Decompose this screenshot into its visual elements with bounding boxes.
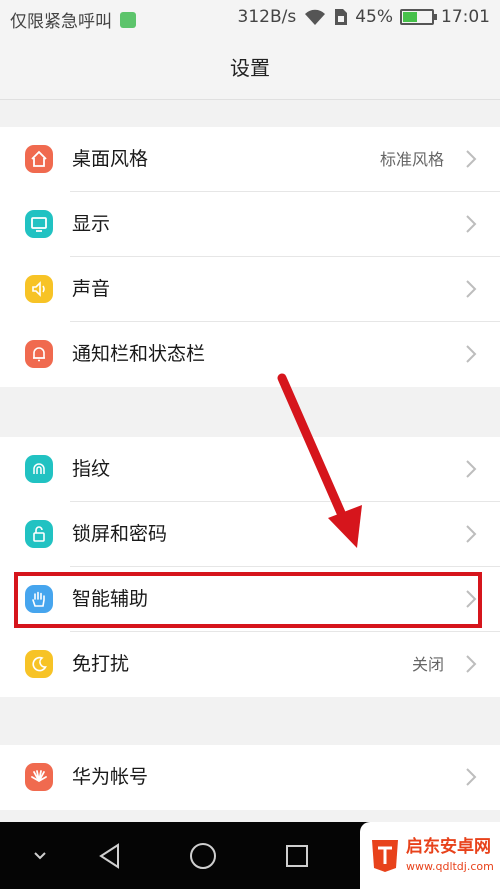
wifi-icon [305,9,326,25]
settings-group-3: 华为帐号 [0,745,500,810]
chevron-down-icon[interactable] [20,836,60,876]
settings-item-label: 通知栏和状态栏 [72,343,206,365]
settings-item-label: 华为帐号 [72,766,149,788]
settings-item-sound[interactable]: 声音 [0,257,500,322]
sim-icon [120,11,136,28]
settings-item-label: 免打扰 [72,653,130,675]
carrier-status-text: 仅限紧急呼叫 [10,12,112,32]
chevron-right-icon [466,345,477,363]
speaker-icon [25,275,53,303]
chevron-right-icon [466,460,477,478]
chevron-right-icon [466,655,477,673]
watermark: 启东安卓网 www.qdltdj.com [360,822,500,889]
settings-item-notifications[interactable]: 通知栏和状态栏 [0,322,500,387]
watermark-url: www.qdltdj.com [406,860,494,873]
settings-item-do-not-disturb[interactable]: 免打扰 关闭 [0,632,500,697]
fingerprint-icon [25,455,53,483]
chevron-right-icon [466,525,477,543]
settings-item-fingerprint[interactable]: 指纹 [0,437,500,502]
settings-item-value: 关闭 [411,655,444,674]
recents-button[interactable] [277,836,317,876]
battery-icon [400,9,437,25]
highlight-box [14,572,482,628]
settings-item-label: 指纹 [72,458,111,480]
settings-item-display[interactable]: 显示 [0,192,500,257]
settings-item-value: 标准风格 [379,150,444,169]
chevron-right-icon [466,768,477,786]
bell-icon [25,340,53,368]
chevron-right-icon [466,215,477,233]
sim-card-icon [335,9,348,25]
display-icon [25,210,53,238]
settings-item-label: 锁屏和密码 [72,523,168,545]
back-button[interactable] [90,836,130,876]
settings-item-desktop-style[interactable]: 桌面风格 标准风格 [0,127,500,192]
settings-group-2: 指纹 锁屏和密码 智能辅助 免打扰 关闭 [0,437,500,697]
battery-percent: 45% [355,7,393,27]
home-button[interactable] [183,836,223,876]
chevron-right-icon [466,280,477,298]
watermark-title: 启东安卓网 [406,837,491,857]
settings-item-label: 显示 [72,213,111,235]
settings-item-huawei-account[interactable]: 华为帐号 [0,745,500,810]
settings-group-1: 桌面风格 标准风格 显示 声音 通知栏和状态栏 [0,127,500,387]
status-bar: 仅限紧急呼叫 312B/s 45% 17:01 [0,0,500,36]
network-speed: 312B/s [237,7,297,27]
unlock-icon [25,520,53,548]
huawei-icon [25,763,53,791]
settings-item-label: 声音 [72,278,111,300]
page-title: 设置 [0,36,500,100]
settings-item-lock-screen[interactable]: 锁屏和密码 [0,502,500,567]
moon-icon [25,650,53,678]
settings-item-label: 桌面风格 [72,148,149,170]
clock: 17:01 [441,7,490,27]
chevron-right-icon [466,150,477,168]
watermark-logo-icon [372,840,398,872]
home-icon [25,145,53,173]
